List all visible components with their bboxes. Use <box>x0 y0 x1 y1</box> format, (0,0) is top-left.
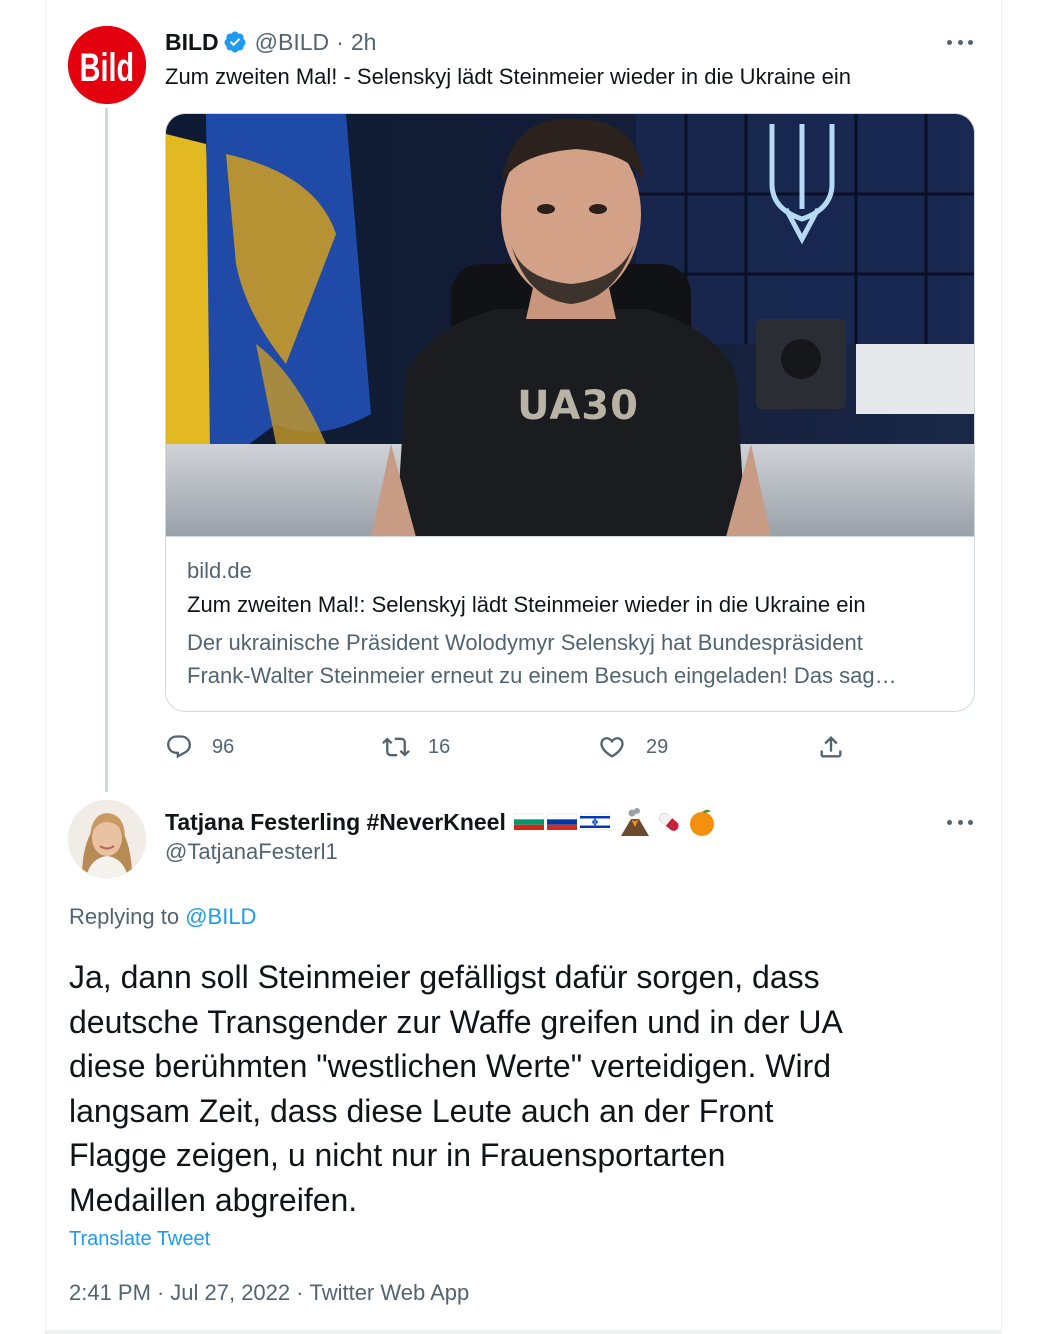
replying-prefix: Replying to <box>69 904 180 929</box>
heart-icon <box>600 737 624 758</box>
more-dot-icon <box>968 39 973 45</box>
thread-connector-line <box>105 108 108 792</box>
tweet-time[interactable]: 2:41 PM <box>69 1280 151 1306</box>
parent-display-name[interactable]: BILD <box>165 29 219 56</box>
bild-logo: Bild <box>68 26 146 104</box>
more-dot-icon <box>957 819 963 825</box>
tweet-metadata: 2:41 PM · Jul 27, 2022 · Twitter Web App <box>69 1280 469 1306</box>
reply-text-line: deutsche Transgender zur Waffe greifen u… <box>69 1003 843 1040</box>
reply-text-line: Medaillen abgreifen. <box>69 1181 358 1218</box>
more-dot-icon <box>968 819 973 825</box>
flag-bulgaria-icon <box>513 813 544 830</box>
reply-text-line: langsam Zeit, dass diese Leute auch an d… <box>69 1092 774 1129</box>
reply-more-button[interactable] <box>947 818 973 826</box>
link-preview-card[interactable]: UA30 bild.de Zum zweiten Mal!: Selenskyj… <box>165 113 975 712</box>
pill-icon <box>658 812 679 831</box>
reply-button[interactable]: 96 <box>165 728 234 766</box>
bild-logo-text: Bild <box>80 45 134 90</box>
reply-text-line: Flagge zeigen, u nicht nur in Frauenspor… <box>69 1137 726 1174</box>
share-button[interactable] <box>817 728 845 766</box>
volcano-icon <box>620 808 649 836</box>
verified-badge-icon <box>224 31 246 53</box>
tweet-source: Twitter Web App <box>309 1280 470 1305</box>
retweet-icon <box>382 737 410 757</box>
retweet-button[interactable]: 16 <box>382 728 450 766</box>
parent-tweet-header: BILD @BILD · 2h <box>165 26 376 58</box>
translate-tweet-link[interactable]: Translate Tweet <box>69 1228 210 1251</box>
parent-time[interactable]: 2h <box>351 29 377 56</box>
reply-text-line: diese berühmten "westlichen Werte" verte… <box>69 1048 832 1085</box>
name-emojis <box>513 807 720 837</box>
meta-separator: · <box>156 1280 165 1305</box>
card-domain: bild.de <box>187 558 252 583</box>
more-dot-icon <box>957 39 963 45</box>
card-description: Der ukrainische Präsident Wolodymyr Sele… <box>187 626 957 692</box>
reply-author-name-row: Tatjana Festerling #NeverKneel <box>165 806 720 838</box>
header-separator: · <box>336 28 344 55</box>
reply-display-name[interactable]: Tatjana Festerling #NeverKneel <box>165 809 506 836</box>
retweet-count: 16 <box>428 735 451 758</box>
reply-text-line: Ja, dann soll Steinmeier gefälligst dafü… <box>69 959 820 995</box>
like-count: 29 <box>646 735 669 758</box>
reply-handle[interactable]: @TatjanaFesterl1 <box>165 839 338 865</box>
reply-count: 96 <box>212 735 235 758</box>
replying-to: Replying to @BILD <box>69 904 256 930</box>
frame-bottom-edge <box>45 1330 1002 1334</box>
card-image: UA30 <box>166 114 974 537</box>
meta-separator: · <box>296 1280 304 1305</box>
card-description-line: Frank-Walter Steinmeier erneut zu einem … <box>187 663 897 688</box>
parent-handle[interactable]: @BILD <box>255 29 329 56</box>
bild-avatar[interactable]: Bild <box>68 26 146 104</box>
parent-action-bar: 96 16 29 <box>165 728 865 766</box>
parent-more-button[interactable] <box>947 38 973 46</box>
card-description-line: Der ukrainische Präsident Wolodymyr Sele… <box>187 630 863 655</box>
tangerine-icon <box>689 809 714 836</box>
more-dot-icon <box>947 39 952 45</box>
flag-israel-icon <box>579 813 610 831</box>
more-dot-icon <box>947 819 952 825</box>
reply-author-avatar[interactable] <box>68 800 146 878</box>
flag-russia-icon <box>546 813 577 830</box>
avatar-photo <box>68 800 146 878</box>
card-photo-illustration: UA30 <box>166 114 974 536</box>
card-title: Zum zweiten Mal!: Selenskyj lädt Steinme… <box>187 592 866 617</box>
replying-to-link[interactable]: @BILD <box>185 904 256 929</box>
reply-icon <box>167 735 191 759</box>
like-button[interactable]: 29 <box>598 728 668 766</box>
tweet-date[interactable]: Jul 27, 2022 <box>170 1280 290 1306</box>
reply-tweet-text: Ja, dann soll Steinmeier gefälligst dafü… <box>69 955 974 1223</box>
share-icon <box>820 736 842 758</box>
shirt-text: UA30 <box>517 383 639 429</box>
parent-tweet-text: Zum zweiten Mal! - Selenskyj lädt Steinm… <box>165 64 851 89</box>
